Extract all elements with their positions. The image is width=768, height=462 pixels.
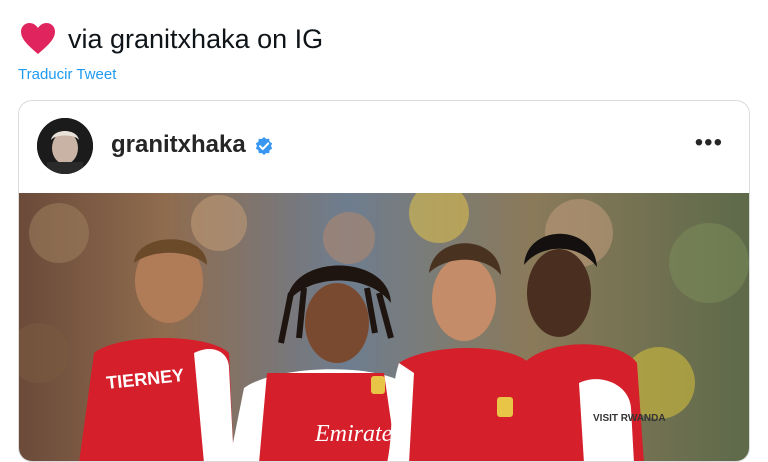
post-photo[interactable]: TIERNEY Emirates VISIT RWANDA [19,193,749,461]
red-heart-icon [20,22,56,56]
jersey-text-sponsor: Emirates [314,421,402,447]
jersey-text-visit-rwanda: VISIT RWANDA [593,413,666,424]
more-options-icon[interactable]: ••• [695,131,723,155]
avatar[interactable] [37,118,93,174]
verified-badge-icon [254,135,274,155]
username[interactable]: granitxhaka [111,131,246,159]
translate-tweet-link[interactable]: Traducir Tweet [18,66,116,83]
username-row: granitxhaka [111,131,274,159]
tweet-text-row: via granitxhaka on IG [20,22,323,56]
tweet-text: via granitxhaka on IG [68,23,324,54]
embed-header: granitxhaka ••• [19,101,749,193]
instagram-embed-card[interactable]: granitxhaka ••• TIERNEY Emirates VISIT R… [18,100,750,462]
